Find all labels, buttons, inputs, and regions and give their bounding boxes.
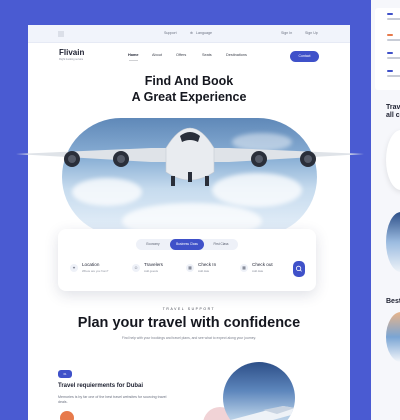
nav-home[interactable]: Home — [128, 53, 139, 61]
section-title: Plan your travel with confidence — [77, 315, 301, 331]
section-subtitle: Find help with your bookings and travel … — [121, 336, 257, 340]
user-icon: ☺ — [132, 264, 140, 272]
hero-title-line1: Find And Book — [144, 74, 234, 88]
search-button[interactable] — [293, 261, 305, 277]
card-text: Memories is by far one of the best trave… — [58, 395, 167, 405]
desktop-page: Support ⊕ Language Sign In Sign Up Fliva… — [28, 25, 350, 420]
language-link[interactable]: Language — [196, 31, 212, 35]
top-bar: Support ⊕ Language Sign In Sign Up — [28, 25, 350, 43]
check-out-label: Check out — [252, 262, 273, 267]
apps-grid-icon[interactable] — [58, 31, 64, 37]
tab-economy[interactable]: Economy — [138, 239, 168, 250]
tab-business-class[interactable]: Business Class — [170, 239, 204, 250]
step-badge: 01 — [58, 370, 72, 378]
contact-button[interactable]: Contact — [290, 51, 319, 62]
travelers-label: Travelers — [144, 262, 163, 267]
travelers-placeholder: Add guests — [144, 269, 158, 273]
class-tabs: Economy Business Class First Class — [136, 239, 238, 250]
location-label: Location — [82, 262, 100, 267]
search-icon — [295, 265, 302, 272]
sign-in-link[interactable]: Sign In — [281, 31, 292, 35]
nav-seats[interactable]: Seats — [202, 53, 212, 57]
location-placeholder: Where are you from? — [82, 269, 109, 273]
card-title[interactable]: Travel requierments for Dubai — [58, 383, 143, 389]
mobile-heading-2: Best — [386, 298, 400, 305]
hero-title-line2: A Great Experience — [131, 90, 247, 104]
brand-logo[interactable]: Flivain — [59, 48, 84, 57]
sign-up-link[interactable]: Sign Up — [305, 31, 318, 35]
support-link[interactable]: Support — [164, 31, 177, 35]
nav-about[interactable]: About — [152, 53, 162, 57]
flight-search-card: Economy Business Class First Class ⌖ Loc… — [58, 229, 316, 291]
pin-icon: ⌖ — [70, 264, 78, 272]
section-eyebrow: TRAVEL SUPPORT — [162, 307, 216, 311]
check-in-placeholder: Add date — [198, 269, 210, 273]
check-in-label: Check In — [198, 262, 217, 267]
wing-photo — [223, 362, 295, 420]
mobile-list-card — [375, 8, 400, 90]
hero-title: Find And Book A Great Experience — [28, 73, 350, 105]
calendar-icon: ▦ — [240, 264, 248, 272]
mobile-heading-1: Trav all c — [386, 104, 400, 119]
nav-destinations[interactable]: Destinations — [226, 53, 247, 57]
airplane-graphic — [16, 127, 364, 186]
brand-tagline: Flight booking service — [59, 58, 84, 61]
calendar-icon: ▦ — [186, 264, 194, 272]
main-nav: Flivain Flight booking service Home Abou… — [28, 43, 350, 67]
decorative-dot — [60, 411, 74, 420]
check-out-placeholder: Add date — [252, 269, 264, 273]
globe-icon: ⊕ — [190, 31, 194, 35]
nav-offers[interactable]: Offers — [176, 53, 186, 57]
tab-first-class[interactable]: First Class — [206, 239, 236, 250]
